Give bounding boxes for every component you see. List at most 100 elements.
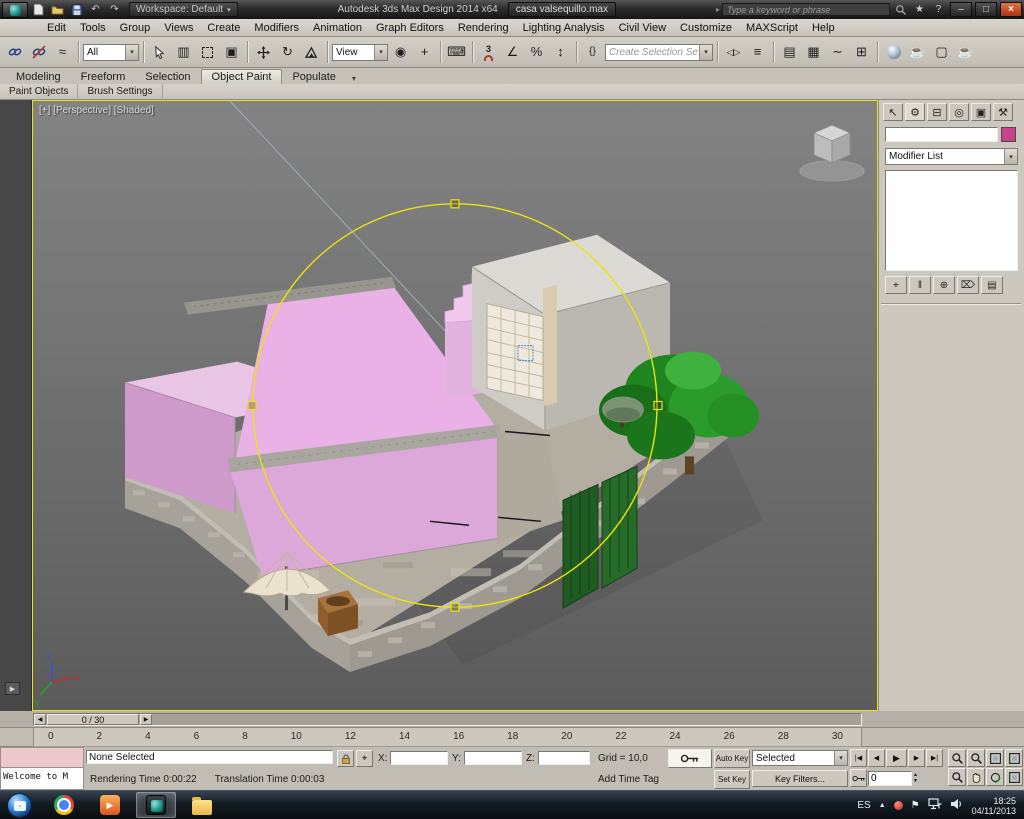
show-hidden-icons[interactable]: ▲: [879, 802, 886, 809]
pan-icon[interactable]: [967, 768, 985, 786]
search-arrow-icon[interactable]: ▸: [716, 5, 720, 14]
set-key-button[interactable]: Set Key: [714, 770, 750, 789]
application-menu-button[interactable]: [2, 1, 28, 18]
tab-motion-icon[interactable]: ◎: [949, 103, 969, 121]
menu-customize[interactable]: Customize: [673, 21, 739, 35]
pin-stack-icon[interactable]: ⌖: [885, 276, 907, 294]
x-coordinate-field[interactable]: [390, 751, 448, 765]
select-object-icon[interactable]: [148, 41, 171, 64]
tab-hierarchy-icon[interactable]: ⊟: [927, 103, 947, 121]
select-by-name-icon[interactable]: ▥: [172, 41, 195, 64]
tab-modify-icon[interactable]: ⚙: [905, 103, 925, 121]
configure-modifier-sets-icon[interactable]: ▤: [981, 276, 1003, 294]
language-indicator[interactable]: ES: [857, 800, 870, 811]
angle-snap-icon[interactable]: ∠: [501, 41, 524, 64]
maxscript-mini-listener[interactable]: Welcome to M: [0, 768, 84, 790]
save-file-button[interactable]: [68, 2, 85, 17]
workspace-selector[interactable]: Workspace: Default ▾: [129, 2, 238, 17]
tab-create-icon[interactable]: ↖: [883, 103, 903, 121]
window-crossing-toggle-icon[interactable]: ▣: [220, 41, 243, 64]
schematic-view-icon[interactable]: ⊞: [850, 41, 873, 64]
menu-civil-view[interactable]: Civil View: [612, 21, 673, 35]
taskbar-3ds-max[interactable]: [136, 792, 176, 818]
infocenter-search-input[interactable]: [722, 3, 890, 16]
gizmo-handle-right[interactable]: [653, 400, 663, 411]
menu-lighting-analysis[interactable]: Lighting Analysis: [516, 21, 612, 35]
menu-edit[interactable]: Edit: [40, 21, 73, 35]
modifier-stack[interactable]: [885, 170, 1018, 271]
play-animation-button[interactable]: ▶: [886, 749, 907, 767]
close-button[interactable]: ×: [1000, 2, 1022, 17]
previous-frame-button[interactable]: ◀: [868, 749, 885, 767]
open-file-button[interactable]: [49, 2, 66, 17]
taskbar-explorer[interactable]: [182, 792, 222, 818]
lattice-panel[interactable]: [486, 303, 544, 402]
show-end-result-icon[interactable]: ‖: [909, 276, 931, 294]
selection-filter-dropdown[interactable]: All ▾: [83, 43, 139, 61]
z-coordinate-field[interactable]: [538, 751, 590, 765]
set-keys-key-icon[interactable]: [668, 749, 712, 768]
auto-key-button[interactable]: Auto Key: [714, 749, 750, 768]
door-frame[interactable]: [543, 284, 557, 407]
menu-maxscript[interactable]: MAXScript: [739, 21, 805, 35]
go-to-end-button[interactable]: ▶|: [926, 749, 943, 767]
time-slider-groove[interactable]: ◀ 0 / 30 ▶: [33, 713, 862, 726]
unlink-selection-icon[interactable]: [27, 41, 50, 64]
select-and-move-icon[interactable]: [252, 41, 275, 64]
gizmo-handle-top[interactable]: [450, 199, 460, 209]
y-coordinate-field[interactable]: [464, 751, 522, 765]
select-and-rotate-icon[interactable]: ↻: [276, 41, 299, 64]
zoom-extents-all-icon[interactable]: [1005, 749, 1023, 767]
orbit-icon[interactable]: [986, 768, 1004, 786]
percent-snap-icon[interactable]: %: [525, 41, 548, 64]
menu-tools[interactable]: Tools: [73, 21, 113, 35]
menu-help[interactable]: Help: [805, 21, 842, 35]
action-center-flag-icon[interactable]: ⚑: [911, 800, 920, 811]
go-to-start-button[interactable]: |◀: [850, 749, 867, 767]
time-slider-handle[interactable]: 0 / 30: [47, 714, 139, 725]
menu-modifiers[interactable]: Modifiers: [247, 21, 306, 35]
start-button[interactable]: [7, 793, 32, 818]
current-frame-field[interactable]: [868, 770, 912, 786]
absolute-offset-toggle-icon[interactable]: ⌖: [356, 750, 373, 767]
green-gate-left[interactable]: [562, 483, 599, 610]
green-gate-right[interactable]: [601, 465, 638, 590]
align-icon[interactable]: ≡: [746, 41, 769, 64]
ribbon-tab-populate[interactable]: Populate: [282, 70, 345, 84]
new-scene-button[interactable]: [30, 2, 47, 17]
zoom-icon[interactable]: [948, 749, 966, 767]
select-and-scale-icon[interactable]: [300, 41, 323, 64]
next-frame-button[interactable]: ▶: [908, 749, 925, 767]
bind-to-space-warp-icon[interactable]: ≈: [51, 41, 74, 64]
maxscript-mini-listener-macro[interactable]: [0, 747, 84, 768]
mirror-icon[interactable]: ◁▷: [722, 41, 745, 64]
material-editor-icon[interactable]: [882, 41, 905, 64]
reference-coordinate-dropdown[interactable]: View ▾: [332, 43, 388, 61]
snaps-toggle-3d-icon[interactable]: 3: [477, 41, 500, 64]
named-selection-dropdown[interactable]: Create Selection Se ▾: [605, 43, 713, 61]
add-time-tag[interactable]: Add Time Tag: [598, 774, 659, 785]
tab-display-icon[interactable]: ▣: [971, 103, 991, 121]
rendered-frame-window-icon[interactable]: ▢: [930, 41, 953, 64]
curve-editor-icon[interactable]: ∼: [826, 41, 849, 64]
layer-manager-icon[interactable]: ▤: [778, 41, 801, 64]
ribbon-config-icon[interactable]: ▾: [346, 73, 362, 84]
gizmo-handle-left[interactable]: [247, 400, 257, 411]
gizmo-handle-bottom[interactable]: [450, 602, 460, 612]
next-frame-arrow[interactable]: ▶: [140, 714, 152, 725]
render-production-icon[interactable]: ☕: [954, 41, 977, 64]
render-setup-icon[interactable]: ☕: [906, 41, 929, 64]
previous-frame-arrow[interactable]: ◀: [34, 714, 46, 725]
zoom-all-icon[interactable]: [967, 749, 985, 767]
perspective-viewport[interactable]: z x y [+] [Perspective] [Shaded]: [32, 100, 878, 711]
ribbon-tab-freeform[interactable]: Freeform: [71, 70, 136, 84]
modifier-list-dropdown[interactable]: Modifier List ▾: [885, 148, 1018, 165]
keyboard-shortcut-override-icon[interactable]: ⌨: [445, 41, 468, 64]
taskbar-chrome[interactable]: [44, 792, 84, 818]
network-icon[interactable]: [928, 798, 942, 813]
use-pivot-point-icon[interactable]: ◉: [389, 41, 412, 64]
ribbon-tab-modeling[interactable]: Modeling: [6, 70, 71, 84]
menu-create[interactable]: Create: [200, 21, 247, 35]
viewport-label[interactable]: [+] [Perspective] [Shaded]: [39, 105, 154, 116]
menu-graph-editors[interactable]: Graph Editors: [369, 21, 451, 35]
